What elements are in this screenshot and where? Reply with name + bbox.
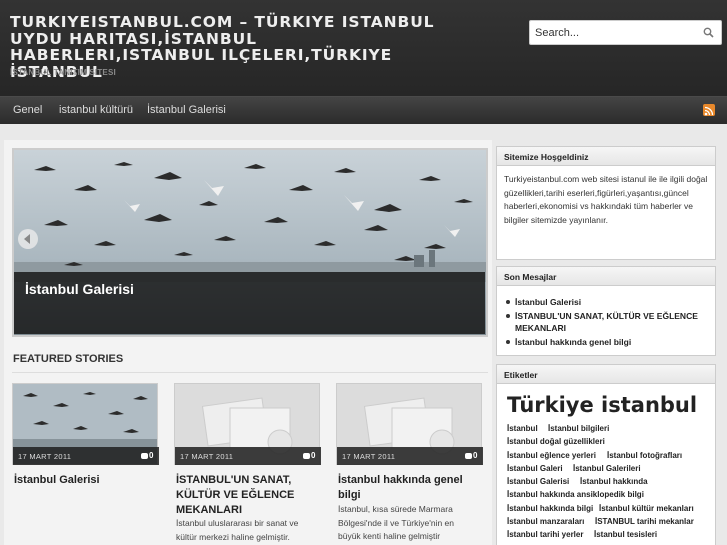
- nav-item-istanbul-kulturu[interactable]: istanbul kültürü: [59, 104, 133, 116]
- recent-post-link[interactable]: İSTANBUL'UN SANAT, KÜLTÜR VE EĞLENCE MEK…: [506, 310, 712, 334]
- tag-link[interactable]: İstanbul hakkında bilgi: [507, 504, 593, 513]
- card-excerpt: İstanbul uluslararası bir sanat ve kültü…: [176, 518, 299, 542]
- recent-post-link[interactable]: İstanbul hakkında genel bilgi: [506, 336, 712, 348]
- tag-link[interactable]: İstanbul hakkında ansiklopedik bilgi: [507, 490, 644, 499]
- card-excerpt: İstanbul, kısa sürede Marmara Bölgesi'nd…: [338, 504, 455, 541]
- card-comment-count[interactable]: 0: [473, 451, 477, 460]
- card-title[interactable]: İstanbul hakkında genel bilgi: [338, 473, 478, 503]
- widget-title: Sitemize Hoşgeldiniz: [504, 152, 589, 162]
- tag-link[interactable]: İstanbul bilgileri: [548, 424, 609, 433]
- tag-link[interactable]: Türkiye istanbul: [507, 393, 697, 417]
- card-title[interactable]: İSTANBUL'UN SANAT, KÜLTÜR VE EĞLENCE MEK…: [176, 473, 316, 518]
- rss-icon[interactable]: [703, 104, 715, 116]
- tag-link[interactable]: İstanbul manzaraları: [507, 517, 584, 526]
- tag-link[interactable]: İstanbul doğal güzellikleri: [507, 437, 605, 446]
- slider-caption[interactable]: İstanbul Galerisi: [25, 281, 134, 297]
- tag-link[interactable]: İstanbul kültür mekanları: [599, 504, 694, 513]
- widget-title: Etiketler: [504, 370, 538, 380]
- card-date: 17 MART 2011: [180, 452, 234, 461]
- tag-link[interactable]: İstanbul fotoğrafları: [607, 451, 682, 460]
- welcome-text: Turkiyeistanbul.com web sitesi istanul i…: [504, 174, 708, 225]
- chevron-left-icon: [24, 234, 30, 244]
- search-icon[interactable]: [703, 27, 714, 38]
- tag-link[interactable]: İstanbul: [507, 424, 538, 433]
- tag-link[interactable]: İstanbul Galerileri: [573, 464, 641, 473]
- site-tagline: İSTANBUL TANITIM SITESI: [10, 68, 116, 77]
- card-comment-count[interactable]: 0: [149, 451, 153, 460]
- divider: [12, 372, 488, 373]
- comment-icon: [465, 453, 472, 459]
- search-input[interactable]: [530, 21, 700, 44]
- nav-item-genel[interactable]: Genel: [13, 104, 42, 116]
- featured-heading: FEATURED STORIES: [13, 353, 124, 365]
- nav-item-istanbul-galerisi[interactable]: İstanbul Galerisi: [147, 104, 226, 116]
- tag-link[interactable]: İSTANBUL tarihi mekanlar: [595, 517, 694, 526]
- card-date: 17 MART 2011: [342, 452, 396, 461]
- tag-link[interactable]: İstanbul tesisleri: [594, 530, 657, 539]
- card-title[interactable]: İstanbul Galerisi: [14, 473, 154, 488]
- card-comment-count[interactable]: 0: [311, 451, 315, 460]
- comment-icon: [303, 453, 310, 459]
- tag-link[interactable]: İstanbul Galeri: [507, 464, 563, 473]
- tag-link[interactable]: İstanbul tarihi yerler: [507, 530, 583, 539]
- tag-link[interactable]: İstanbul eğlence yerleri: [507, 451, 596, 460]
- recent-post-link[interactable]: İstanbul Galerisi: [506, 296, 712, 308]
- search-box: [529, 20, 722, 45]
- widget-title: Son Mesajlar: [504, 272, 557, 282]
- tag-link[interactable]: İstanbul hakkında: [580, 477, 648, 486]
- card-date: 17 MART 2011: [18, 452, 72, 461]
- tag-link[interactable]: İstanbul Galerisi: [507, 477, 569, 486]
- comment-icon: [141, 453, 148, 459]
- slider-prev-button[interactable]: [18, 229, 38, 249]
- recent-posts-list: İstanbul Galerisi İSTANBUL'UN SANAT, KÜL…: [506, 296, 712, 350]
